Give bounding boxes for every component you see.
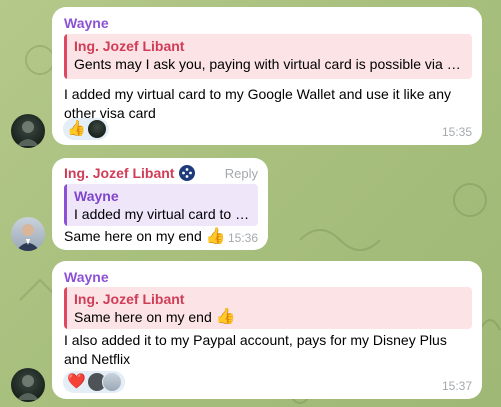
reply-quote-text: Gents may I ask you, paying with virtual… xyxy=(74,56,464,72)
reply-quote[interactable]: Ing. Jozef Libant Same here on my end 👍 xyxy=(64,287,472,329)
reply-button[interactable]: Reply xyxy=(225,166,258,181)
message-text: I added my virtual card to my Google Wal… xyxy=(64,86,451,121)
sender-name[interactable]: Wayne xyxy=(64,15,109,31)
reactions[interactable]: ❤️ xyxy=(63,371,125,393)
sender-name[interactable]: Wayne xyxy=(64,269,109,285)
message-text: Same here on my end xyxy=(64,228,202,244)
message-bubble[interactable]: Wayne Ing. Jozef Libant Same here on my … xyxy=(52,261,482,399)
sender-row: Ing. Jozef Libant xyxy=(64,165,196,181)
reply-quote-author: Ing. Jozef Libant xyxy=(74,291,185,307)
reply-quote[interactable]: Ing. Jozef Libant Gents may I ask you, p… xyxy=(64,34,472,79)
message-text-row: Same here on my end 👍 xyxy=(64,227,226,246)
message-text: I also added it to my Paypal account, pa… xyxy=(64,332,447,367)
reaction-thumbs-up[interactable]: 👍 xyxy=(63,118,109,140)
sender-name[interactable]: Ing. Jozef Libant xyxy=(64,165,174,181)
reaction-heart[interactable]: ❤️ xyxy=(63,371,125,393)
message-time: 15:37 xyxy=(441,379,472,393)
reactor-avatar xyxy=(101,372,122,392)
thumbs-up-emoji: 👍 xyxy=(205,228,226,245)
avatar-jozef-libant[interactable] xyxy=(11,217,45,251)
reactor-avatar xyxy=(87,120,106,138)
reply-quote[interactable]: Wayne I added my virtual card to m... xyxy=(64,184,258,226)
message-time: 15:35 xyxy=(441,125,472,139)
reaction-emoji: ❤️ xyxy=(67,373,86,390)
message-bubble[interactable]: Ing. Jozef Libant Reply Wayne I added my… xyxy=(52,158,268,250)
reaction-emoji: 👍 xyxy=(67,120,86,137)
reply-quote-text: Same here on my end xyxy=(74,309,212,325)
message-time: 15:36 xyxy=(227,231,258,245)
badge-icon xyxy=(179,165,196,181)
reply-quote-text-row: Same here on my end 👍 xyxy=(74,308,464,326)
reply-quote-author: Ing. Jozef Libant xyxy=(74,38,185,54)
reactions[interactable]: 👍 xyxy=(63,118,109,140)
reply-quote-author: Wayne xyxy=(74,188,119,204)
avatar-wayne[interactable] xyxy=(11,114,45,148)
avatar-wayne[interactable] xyxy=(11,368,45,402)
message-bubble[interactable]: Wayne Ing. Jozef Libant Gents may I ask … xyxy=(52,7,482,145)
reply-quote-text: I added my virtual card to m... xyxy=(74,206,250,222)
thumbs-up-emoji: 👍 xyxy=(215,308,236,325)
